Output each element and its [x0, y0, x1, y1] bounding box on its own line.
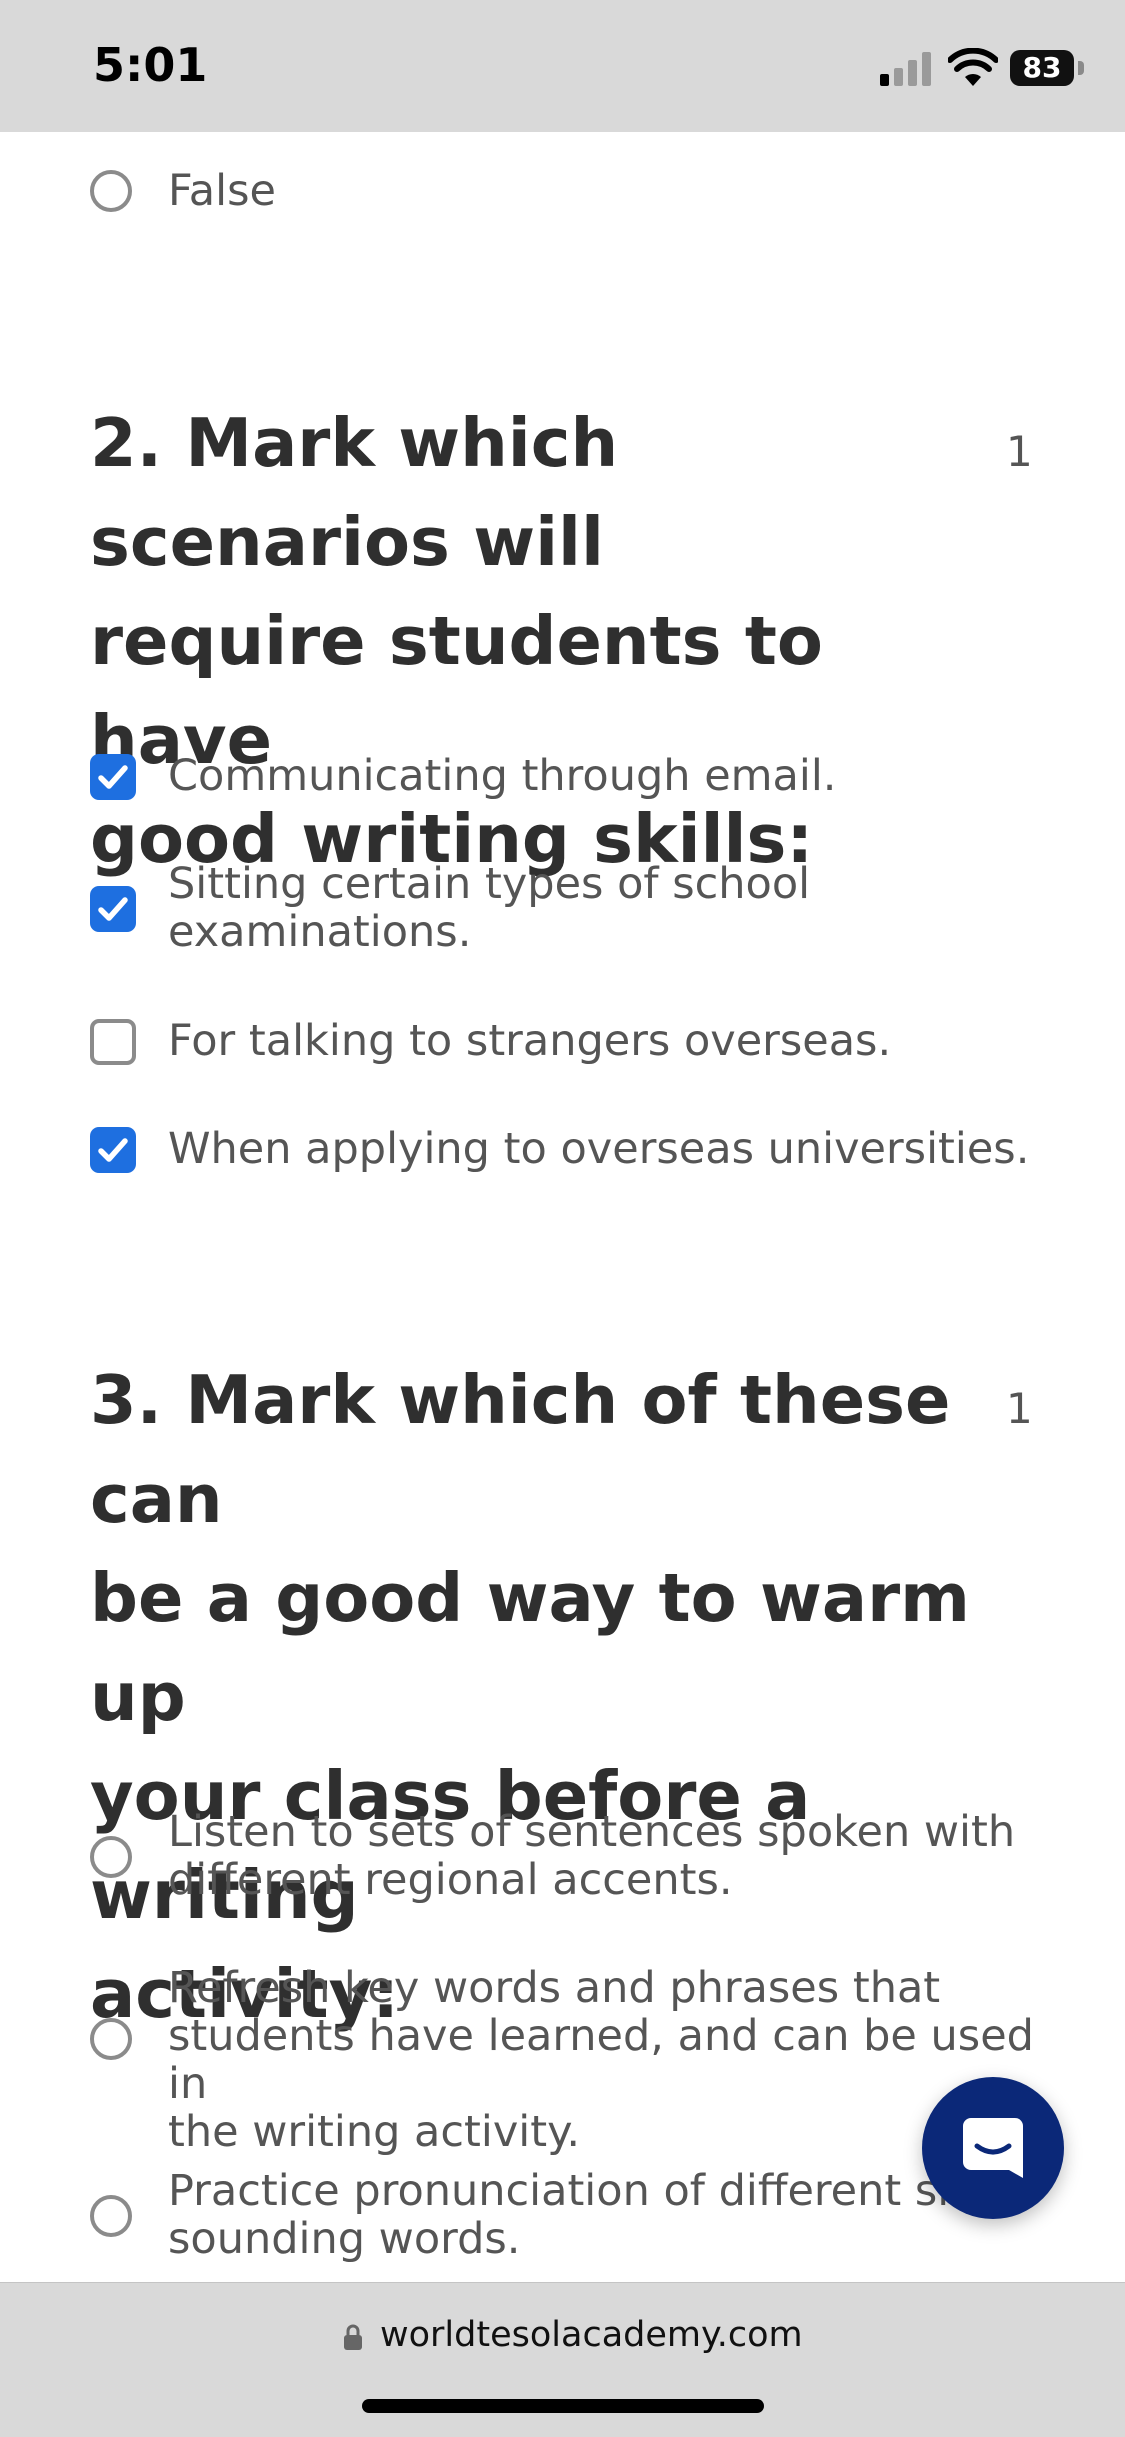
- chat-icon: [963, 2118, 1023, 2178]
- question-2-points: 1: [1006, 427, 1033, 476]
- q2-option-3[interactable]: For talking to strangers overseas.: [90, 1017, 1050, 1067]
- lock-icon: [344, 2324, 362, 2350]
- status-time: 5:01: [93, 38, 208, 92]
- option-label: For talking to strangers overseas.: [168, 1016, 892, 1066]
- checkbox-unchecked[interactable]: [90, 1019, 136, 1065]
- option-label-line: Listen to sets of sentences spoken with: [168, 1807, 1016, 1857]
- question-3-points: 1: [1006, 1384, 1033, 1433]
- option-label-line: students have learned, and can be used i…: [168, 2011, 1034, 2109]
- question-title-line: be a good way to warm up: [90, 1559, 970, 1736]
- checkmark-icon: [98, 1138, 128, 1162]
- option-label-line: examinations.: [168, 907, 472, 957]
- wifi-icon: [948, 48, 998, 86]
- checkbox-checked[interactable]: [90, 1127, 136, 1173]
- option-label: Practice pronunciation of different sim …: [168, 2167, 991, 2263]
- option-label: When applying to overseas universities.: [168, 1124, 1030, 1174]
- checkbox-checked[interactable]: [90, 886, 136, 932]
- option-label: False: [168, 166, 276, 216]
- radio-button[interactable]: [90, 170, 132, 212]
- question-2-title: 2. Mark which scenarios will require stu…: [90, 394, 990, 889]
- home-indicator[interactable]: [362, 2399, 764, 2413]
- q3-option-1[interactable]: Listen to sets of sentences spoken with …: [90, 1808, 1050, 1908]
- option-label-line: Refresh key words and phrases that: [168, 1963, 941, 2013]
- url-text[interactable]: worldtesolacademy.com: [380, 2315, 803, 2355]
- option-label: Refresh key words and phrases that stude…: [168, 1964, 1050, 2156]
- question-3-title: 3. Mark which of these can be a good way…: [90, 1351, 990, 2044]
- option-label-line: Practice pronunciation of different sim: [168, 2166, 992, 2216]
- radio-button[interactable]: [90, 2018, 132, 2060]
- option-label: Communicating through email.: [168, 751, 837, 801]
- battery-icon: 83: [1010, 50, 1074, 86]
- quiz-content[interactable]: False 2. Mark which scenarios will requi…: [0, 132, 1125, 2282]
- question-title-line: 3. Mark which of these can: [90, 1361, 951, 1538]
- option-label: Listen to sets of sentences spoken with …: [168, 1808, 1015, 1904]
- q2-option-1[interactable]: Communicating through email.: [90, 752, 1050, 802]
- radio-button[interactable]: [90, 2195, 132, 2237]
- question-title-line: 2. Mark which scenarios will: [90, 404, 619, 581]
- checkbox-checked[interactable]: [90, 754, 136, 800]
- checkmark-icon: [98, 765, 128, 789]
- checkmark-icon: [98, 897, 128, 921]
- option-label-line: different regional accents.: [168, 1855, 733, 1905]
- radio-button[interactable]: [90, 1836, 132, 1878]
- option-label-line: the writing activity.: [168, 2107, 581, 2157]
- option-label-line: sounding words.: [168, 2214, 521, 2264]
- battery-cap: [1078, 61, 1084, 75]
- q2-option-4[interactable]: When applying to overseas universities.: [90, 1125, 1050, 1175]
- q3-option-3[interactable]: Practice pronunciation of different sim …: [90, 2167, 1050, 2267]
- browser-address-bar[interactable]: worldtesolacademy.com: [0, 2282, 1125, 2437]
- q1-option-false[interactable]: False: [90, 167, 1050, 217]
- q3-option-2[interactable]: Refresh key words and phrases that stude…: [90, 1964, 1050, 2156]
- q2-option-2[interactable]: Sitting certain types of school examinat…: [90, 860, 1050, 960]
- option-label-line: Sitting certain types of school: [168, 859, 811, 909]
- signal-icon: [880, 52, 932, 86]
- chat-launcher-button[interactable]: [922, 2077, 1064, 2219]
- option-label: Sitting certain types of school examinat…: [168, 860, 810, 956]
- status-bar: 5:01 83: [0, 0, 1125, 132]
